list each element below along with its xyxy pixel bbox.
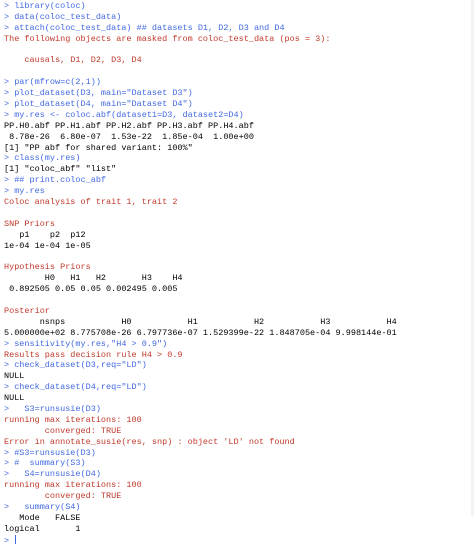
console-command-line: > attach(coloc_test_data) ## datasets D1… bbox=[4, 22, 285, 33]
console-message-line: running max iterations: 100 bbox=[4, 480, 142, 491]
console-output-line: [1] "PP abf for shared variant: 100%" bbox=[4, 142, 193, 153]
console-message-line: The following objects are masked from co… bbox=[4, 33, 331, 44]
console-output-line: 0.892505 0.05 0.05 0.002495 0.005 bbox=[4, 284, 178, 295]
console-command-line: > check_dataset(D3,req="LD") bbox=[4, 360, 147, 371]
console-command-line: > check_dataset(D4,req="LD") bbox=[4, 382, 147, 393]
console-output-line: Mode FALSE bbox=[4, 512, 81, 523]
console-message-line bbox=[4, 45, 474, 56]
console-command-line: > par(mfrow=c(2,1)) bbox=[4, 77, 101, 88]
console-command-line: > library(coloc) bbox=[4, 1, 86, 11]
console-command-line: > # summary(S3) bbox=[4, 458, 86, 469]
console-message-line: Coloc analysis of trait 1, trait 2 bbox=[4, 197, 178, 208]
console-command-line: > summary(S4) bbox=[4, 501, 81, 512]
console-input-line[interactable]: > bbox=[4, 534, 474, 546]
console-output-line: H0 H1 H2 H3 H4 bbox=[4, 273, 183, 284]
console-output-line: NULL bbox=[4, 393, 25, 404]
console-output: > library(coloc) > data(coloc_test_data) >… bbox=[4, 1, 474, 535]
console-command-line: > S3=runsusie(D3) bbox=[4, 403, 101, 414]
console-command-line: > class(my.res) bbox=[4, 153, 81, 164]
console-output-line: 5.000000e+02 8.775708e-26 6.797736e-07 1… bbox=[4, 327, 397, 338]
console-command-line: > ## print.coloc_abf bbox=[4, 175, 107, 186]
console-message-line: converged: TRUE bbox=[4, 491, 122, 502]
console-output-line: nsnps H0 H1 H2 H3 H4 bbox=[4, 316, 397, 327]
console-message-line: Posterior bbox=[4, 305, 50, 316]
console-command-line: > S4=runsusie(D4) bbox=[4, 469, 101, 480]
console-message-line: Error in annotate_susie(res, snp) : obje… bbox=[4, 436, 295, 447]
console-command-line: > data(coloc_test_data) bbox=[4, 11, 122, 22]
console-prompt: > bbox=[4, 535, 10, 546]
console-message-line: causals, D1, D2, D3, D4 bbox=[4, 55, 142, 66]
r-console[interactable]: > library(coloc) > data(coloc_test_data) >… bbox=[0, 0, 474, 546]
console-command-line: > plot_dataset(D3, main="Dataset D3") bbox=[4, 88, 193, 99]
console-output-line: logical 1 bbox=[4, 523, 81, 534]
console-command-line: > #S3=runsusie(D3) bbox=[4, 447, 96, 458]
console-output-line: [1] "coloc_abf" "list" bbox=[4, 164, 117, 175]
console-output-line: NULL bbox=[4, 371, 25, 382]
console-message-line: converged: TRUE bbox=[4, 425, 122, 436]
console-command-line: > plot_dataset(D4, main="Dataset D4") bbox=[4, 99, 193, 110]
console-message-line: running max iterations: 100 bbox=[4, 414, 142, 425]
text-cursor bbox=[15, 534, 17, 544]
console-command-line: > my.res bbox=[4, 186, 45, 197]
console-command-line: > my.res <- coloc.abf(dataset1=D3, datas… bbox=[4, 109, 244, 120]
console-message-line: Hypothesis Priors bbox=[4, 262, 91, 273]
console-message-line: SNP Priors bbox=[4, 218, 56, 229]
console-output-line: 8.78e-26 6.80e-07 1.53e-22 1.85e-04 1.00… bbox=[4, 131, 254, 142]
console-message-line: Results pass decision rule H4 > 0.9 bbox=[4, 349, 183, 360]
console-output-line: p1 p2 p12 bbox=[4, 229, 86, 240]
console-output-line: 1e-04 1e-04 1e-05 bbox=[4, 240, 91, 251]
console-command-line: > sensitivity(my.res,"H4 > 0.9") bbox=[4, 338, 168, 349]
console-output-line: PP.H0.abf PP.H1.abf PP.H2.abf PP.H3.abf … bbox=[4, 120, 254, 131]
